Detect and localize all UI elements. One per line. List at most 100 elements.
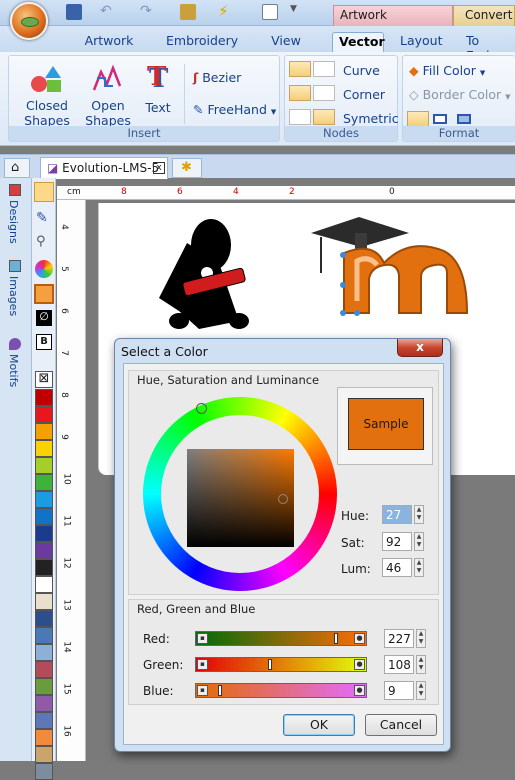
palette-swatch[interactable] <box>35 542 53 559</box>
save-icon[interactable] <box>66 4 82 20</box>
red-slider-thumb[interactable] <box>334 633 338 644</box>
palette-swatch[interactable] <box>35 508 53 525</box>
symmetric-button[interactable]: Symetric <box>343 111 399 126</box>
palette-swatch[interactable] <box>35 644 53 661</box>
side-tab-designs[interactable]: Designs <box>4 182 28 250</box>
v-tick-label: 9 <box>58 434 69 440</box>
m-logo <box>311 217 469 316</box>
blue-slider-max-button[interactable]: ● <box>354 685 365 696</box>
red-slider-min-button[interactable]: ▪ <box>197 633 208 644</box>
corner-button[interactable]: Corner <box>343 87 385 102</box>
sat-input[interactable]: 92 <box>382 532 412 551</box>
document-tab[interactable]: ◪ Evolution-LMS-5 x <box>40 157 168 179</box>
blue-slider-min-button[interactable]: ▪ <box>197 685 208 696</box>
side-tab-images[interactable]: Images <box>4 258 28 324</box>
fill-tool-icon[interactable] <box>34 284 54 304</box>
images-icon <box>9 260 21 272</box>
tab-artwork[interactable]: Artwork <box>78 32 140 52</box>
palette-swatch[interactable] <box>35 389 53 406</box>
hue-spinner[interactable]: ▲ ▼ <box>414 505 424 524</box>
green-input[interactable]: 108 <box>384 655 414 674</box>
green-slider[interactable]: ▪ ● <box>195 657 367 672</box>
cancel-button[interactable]: Cancel <box>365 714 437 736</box>
freehand-button[interactable]: ✎ FreeHand ▼ <box>193 102 276 117</box>
palette-swatch[interactable] <box>35 423 53 440</box>
curve-button[interactable]: Curve <box>343 63 380 78</box>
red-slider[interactable]: ▪ ● <box>195 631 367 646</box>
palette-swatch[interactable] <box>35 661 53 678</box>
palette-swatch[interactable] <box>35 746 53 763</box>
redo-icon[interactable]: ↷ <box>140 4 156 20</box>
green-slider-max-button[interactable]: ● <box>354 659 365 670</box>
lum-spinner[interactable]: ▲ ▼ <box>414 558 424 577</box>
tab-layout[interactable]: Layout <box>394 32 448 52</box>
lightning-icon[interactable]: ⚡ <box>218 4 234 20</box>
tab-to-embroidery[interactable]: To Embro <box>460 32 515 63</box>
bezier-button[interactable]: ʃ Bezier <box>193 70 241 85</box>
border-color-button[interactable]: ◇ Border Color ▼ <box>409 87 511 102</box>
saturation-luminance-square[interactable] <box>187 449 294 547</box>
window-icon[interactable] <box>262 4 278 20</box>
blue-spinner[interactable]: ▲ ▼ <box>416 681 426 700</box>
tab-view[interactable]: View <box>262 32 310 52</box>
green-slider-min-button[interactable]: ▪ <box>197 659 208 670</box>
text-button[interactable]: Text <box>141 100 175 115</box>
application-menu-button[interactable] <box>10 2 48 40</box>
palette-swatch[interactable] <box>35 491 53 508</box>
hue-input[interactable]: 27 <box>382 505 412 524</box>
green-spinner[interactable]: ▲ ▼ <box>416 655 426 674</box>
palette-swatch[interactable] <box>35 559 53 576</box>
blue-slider-thumb[interactable] <box>218 685 222 696</box>
palette-swatch[interactable] <box>35 457 53 474</box>
sat-spinner[interactable]: ▲ ▼ <box>414 532 424 551</box>
palette-swatch[interactable] <box>35 474 53 491</box>
fill-color-button[interactable]: ◆ Fill Color ▼ <box>409 63 485 78</box>
palette-swatch[interactable] <box>35 576 53 593</box>
undo-icon[interactable]: ↶ <box>100 4 116 20</box>
no-color-swatch[interactable]: ⊠ <box>35 371 53 388</box>
palette-icon[interactable] <box>35 260 53 278</box>
select-tool-icon[interactable] <box>34 182 54 202</box>
palette-swatch[interactable] <box>35 763 53 780</box>
blue-slider[interactable]: ▪ ● <box>195 683 367 698</box>
sat-lum-marker[interactable] <box>278 494 288 504</box>
edit-tool-icon[interactable]: ✎ <box>36 210 52 226</box>
eyedropper-icon[interactable]: ⚲ <box>36 234 52 250</box>
dialog-close-button[interactable]: x <box>397 339 443 357</box>
home-tab[interactable]: ⌂ <box>4 158 30 178</box>
clipboard-icon[interactable] <box>180 4 196 20</box>
symmetric-node-icon-2 <box>313 109 335 125</box>
format-style-2-icon[interactable] <box>433 114 447 124</box>
palette-swatch[interactable] <box>35 593 53 610</box>
format-style-1-icon[interactable] <box>407 111 429 127</box>
ok-button[interactable]: OK <box>283 714 355 736</box>
red-spinner[interactable]: ▲ ▼ <box>416 629 426 648</box>
border-tool-button[interactable]: B <box>36 334 52 350</box>
tab-embroidery[interactable]: Embroidery <box>160 32 242 52</box>
close-tab-icon[interactable]: x <box>153 162 165 174</box>
lum-input[interactable]: 46 <box>382 558 412 577</box>
hue-marker[interactable] <box>196 403 207 414</box>
palette-swatch[interactable] <box>35 678 53 695</box>
palette-swatch[interactable] <box>35 729 53 746</box>
palette-swatch[interactable] <box>35 440 53 457</box>
palette-swatch[interactable] <box>35 695 53 712</box>
format-style-3-icon[interactable] <box>457 114 471 124</box>
red-input[interactable]: 227 <box>384 629 414 648</box>
tab-vector[interactable]: Vector <box>332 32 385 52</box>
new-document-tab[interactable]: ✱ <box>172 158 202 178</box>
red-slider-max-button[interactable]: ● <box>354 633 365 644</box>
palette-swatch[interactable] <box>35 627 53 644</box>
customize-arrow-icon[interactable]: ▼ <box>290 4 306 20</box>
pen-tool-icon[interactable]: ∅ <box>36 310 52 326</box>
palette-swatch[interactable] <box>35 610 53 627</box>
palette-swatch[interactable] <box>35 525 53 542</box>
symmetric-node-icon <box>289 109 311 125</box>
side-tab-motifs[interactable]: Motifs <box>4 336 28 402</box>
designs-label: Designs <box>7 200 20 244</box>
palette-swatch[interactable] <box>35 712 53 729</box>
insert-divider <box>184 64 185 124</box>
blue-input[interactable]: 9 <box>384 681 414 700</box>
palette-swatch[interactable] <box>35 406 53 423</box>
green-slider-thumb[interactable] <box>268 659 272 670</box>
